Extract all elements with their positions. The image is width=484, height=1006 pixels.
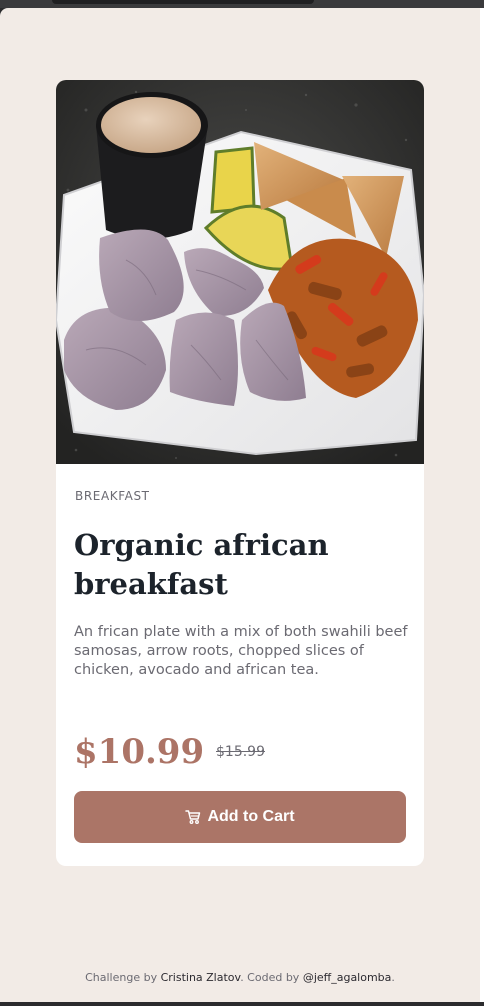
product-description: An frican plate with a mix of both swahi… <box>74 624 408 678</box>
scrollbar[interactable] <box>480 8 484 1002</box>
add-to-cart-label: Add to Cart <box>207 808 295 825</box>
product-card: BREAKFAST Organic african breakfast An f… <box>56 80 424 866</box>
attribution-footer: Challenge by Cristina Zlatov. Coded by @… <box>0 971 480 984</box>
footer-suffix: . <box>391 971 395 984</box>
add-to-cart-button[interactable]: Add to Cart <box>74 791 406 843</box>
product-category: BREAKFAST <box>75 489 150 503</box>
cart-icon <box>185 810 201 824</box>
product-price: $10.99 <box>74 732 205 772</box>
footer-prefix: Challenge by <box>85 971 158 984</box>
product-title: Organic african breakfast <box>74 528 329 601</box>
browser-top-bar <box>0 0 484 8</box>
browser-tab[interactable] <box>52 0 314 4</box>
challenge-author-link[interactable]: Cristina Zlatov <box>161 971 241 984</box>
product-old-price: $15.99 <box>216 744 265 760</box>
page-viewport: BREAKFAST Organic african breakfast An f… <box>0 8 480 1002</box>
product-image <box>56 80 424 464</box>
footer-middle: . Coded by <box>240 971 300 984</box>
coder-link[interactable]: @jeff_agalomba <box>303 971 392 984</box>
